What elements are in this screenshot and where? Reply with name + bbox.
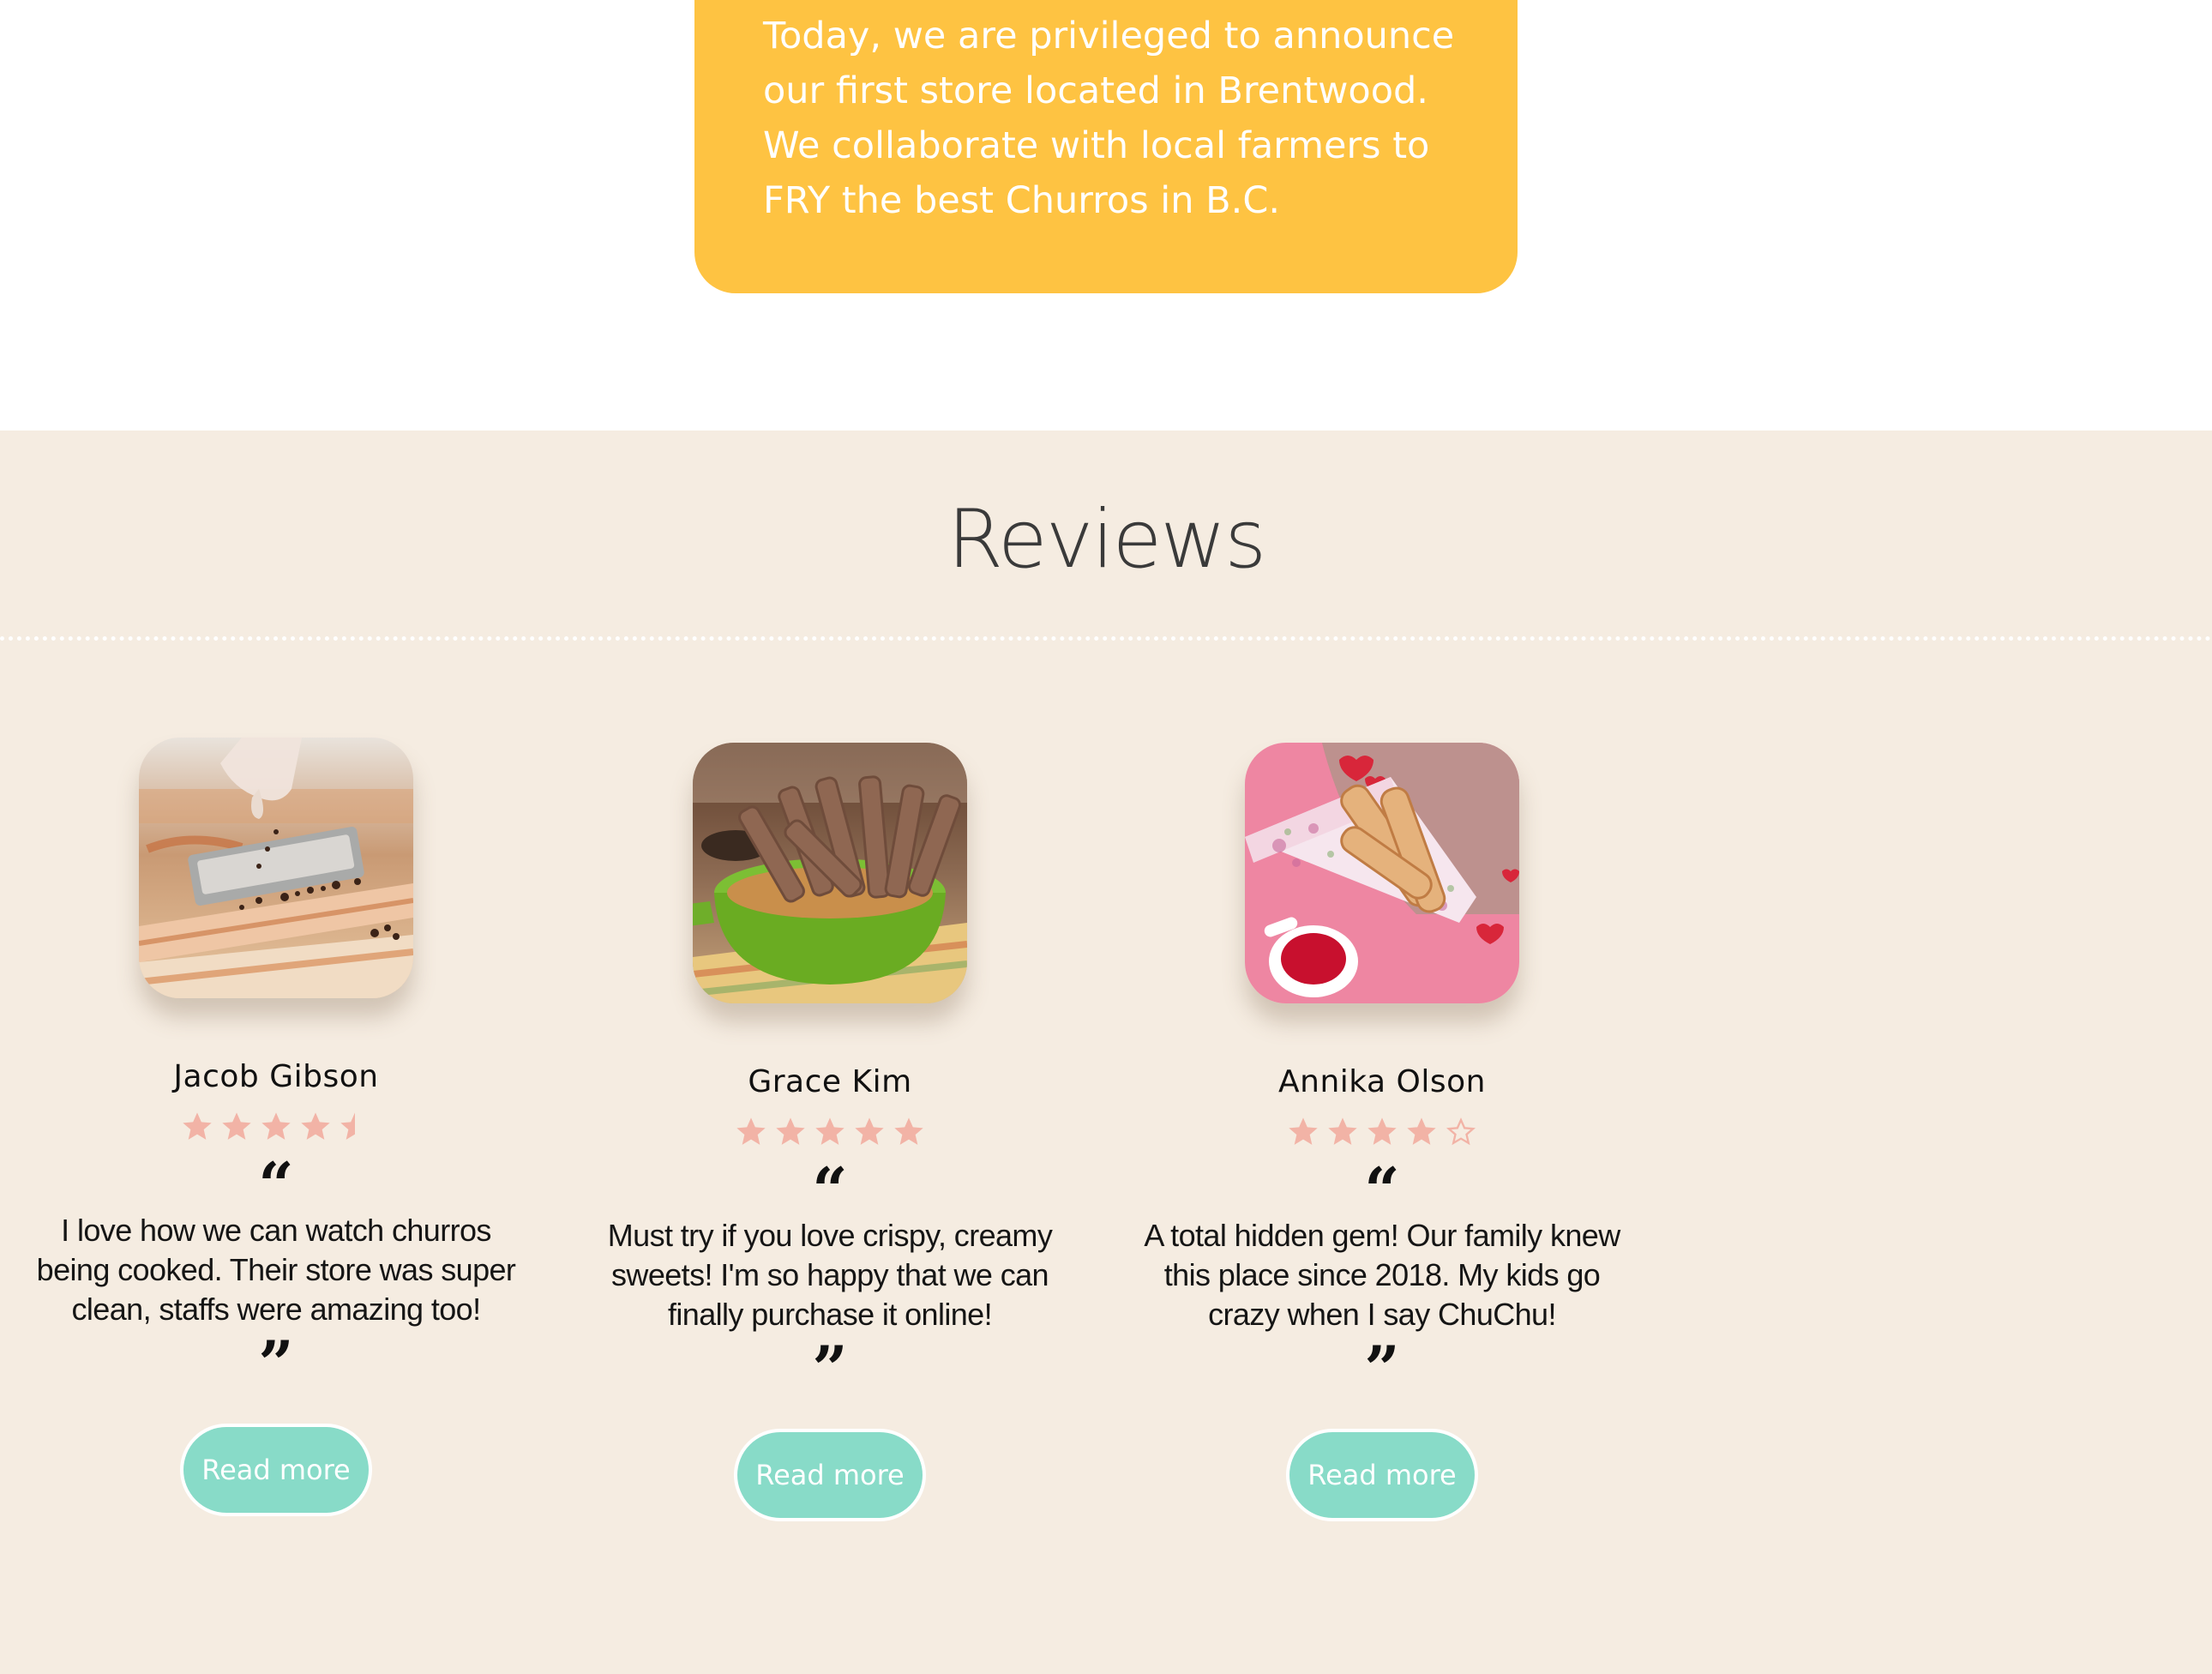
about-section: Today, we are privileged to announce our… (0, 0, 2212, 431)
star-icon (1407, 1117, 1436, 1145)
announcement-line: our first store located in Brentwood. (763, 69, 1428, 112)
star-icon (222, 1112, 251, 1140)
star-icon (1328, 1117, 1357, 1145)
read-more-button[interactable]: Read more (180, 1424, 372, 1516)
star-icon (815, 1117, 845, 1145)
star-icon (183, 1112, 212, 1140)
announcement-line: Today, we are privileged to announce (763, 15, 1455, 57)
review-card: Jacob Gibson “ I love how we can watch c… (27, 738, 525, 1516)
star-icon (855, 1117, 884, 1145)
reviews-heading: Reviews (947, 493, 1266, 587)
close-quote-icon: ” (812, 1332, 848, 1405)
review-text: Must try if you love crispy, creamy swee… (607, 1218, 1053, 1332)
star-icon (776, 1117, 805, 1145)
half-star-icon (340, 1112, 355, 1140)
reviewer-name: Annika Olson (1278, 1064, 1486, 1099)
close-quote-icon: ” (258, 1327, 294, 1400)
read-more-button[interactable]: Read more (734, 1429, 926, 1521)
empty-star-icon (1446, 1117, 1476, 1146)
star-icon (736, 1117, 766, 1145)
announcement-line: We collaborate with local farmers to (763, 124, 1430, 167)
open-quote-icon: “ (1364, 1153, 1400, 1226)
review-text: A total hidden gem! Our family knew this… (1144, 1218, 1620, 1332)
star-icon (261, 1112, 291, 1140)
star-icon (301, 1112, 330, 1140)
open-quote-icon: “ (258, 1148, 294, 1221)
open-quote-icon: “ (812, 1153, 848, 1226)
review-text: I love how we can watch churros being co… (36, 1213, 516, 1327)
close-quote-icon: ” (1364, 1332, 1400, 1405)
star-rating (27, 1110, 525, 1147)
star-rating (581, 1115, 1079, 1153)
reviewer-name: Grace Kim (748, 1064, 912, 1099)
star-rating (1133, 1115, 1631, 1153)
announcement-card: Today, we are privileged to announce our… (694, 0, 1518, 293)
star-icon (1367, 1117, 1397, 1145)
reviews-section: Reviews Jacob Gibson “ I love how we can… (0, 431, 2212, 1674)
review-photo-churros-bowl (693, 743, 967, 1003)
review-photo-churros-sprinkle (139, 738, 413, 998)
announcement-line: FRY the best Churros in B.C. (763, 179, 1281, 222)
star-icon (1289, 1117, 1318, 1145)
review-card: Annika Olson “ A total hidden gem! Our f… (1133, 743, 1631, 1521)
read-more-button[interactable]: Read more (1286, 1429, 1478, 1521)
review-card: Grace Kim “ Must try if you love crispy,… (581, 743, 1079, 1521)
star-icon (894, 1117, 923, 1145)
reviewer-name: Jacob Gibson (173, 1059, 379, 1094)
review-photo-churros-cone (1245, 743, 1519, 1003)
section-divider (0, 636, 2212, 641)
